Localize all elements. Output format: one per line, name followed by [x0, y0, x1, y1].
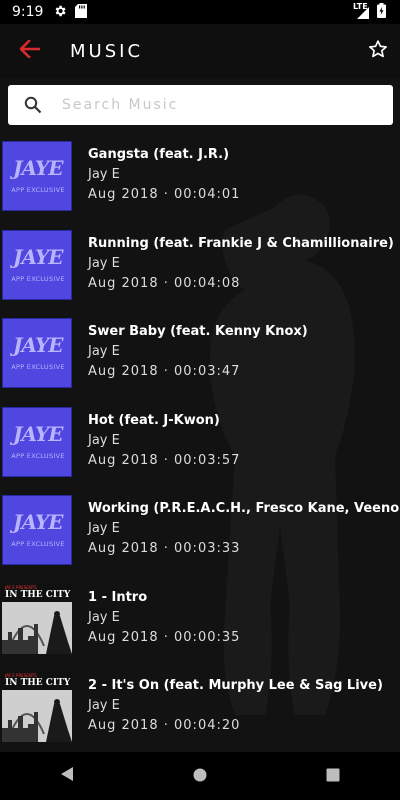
status-time: 9:19	[12, 4, 44, 20]
album-art-subtitle: APP EXCLUSIVE	[11, 363, 65, 371]
track-artist: Jay E	[88, 521, 120, 536]
track-title: Hot (feat. J-Kwon)	[88, 412, 220, 428]
back-arrow-icon	[19, 39, 41, 62]
track-row[interactable]: JAYE APP EXCLUSIVE Gangsta (feat. J.R.) …	[0, 137, 400, 226]
album-art-subtitle: APP EXCLUSIVE	[11, 451, 65, 460]
skyline-illustration	[2, 601, 72, 654]
album-art-jaye: JAYE APP EXCLUSIVE	[2, 229, 72, 300]
track-meta: Aug 2018 · 00:04:01	[88, 187, 241, 202]
album-art-subtitle: APP EXCLUSIVE	[11, 186, 65, 194]
page-title: MUSIC	[70, 40, 144, 62]
track-title: Gangsta (feat. J.R.)	[88, 147, 230, 162]
album-art-subtitle: APP EXCLUSIVE	[11, 274, 65, 283]
track-date: Aug 2018	[88, 275, 159, 291]
nav-home-button[interactable]	[170, 752, 230, 800]
track-meta: Aug 2018 · 00:04:20	[88, 718, 241, 733]
track-duration: 00:04:01	[174, 187, 241, 202]
track-date: Aug 2018	[88, 541, 159, 556]
track-artist: Jay E	[88, 698, 120, 713]
track-duration: 00:03:33	[174, 541, 241, 556]
track-date: Aug 2018	[88, 629, 159, 645]
album-art-logo: JAYE	[13, 333, 64, 357]
track-duration: 00:04:20	[174, 718, 241, 733]
back-button[interactable]	[0, 24, 60, 78]
track-row[interactable]: JAY E PRESENTS IN THE CITY 2 - It's On (…	[0, 668, 400, 752]
track-date: Aug 2018	[88, 718, 159, 733]
app-bar: MUSIC	[0, 24, 400, 78]
album-art-logo: JAYE	[13, 421, 64, 446]
track-meta: Aug 2018 · 00:00:35	[88, 629, 241, 645]
album-art-in-the-city: JAY E PRESENTS IN THE CITY	[2, 583, 72, 654]
track-artist: Jay E	[88, 167, 120, 182]
album-art-logo: JAYE	[13, 156, 64, 180]
album-art-title: IN THE CITY	[5, 589, 71, 600]
track-row[interactable]: JAYE APP EXCLUSIVE Working (P.R.E.A.C.H.…	[0, 491, 400, 580]
system-nav-bar	[0, 752, 400, 800]
track-row[interactable]: JAYE APP EXCLUSIVE Hot (feat. J-Kwon) Ja…	[0, 403, 400, 492]
track-duration: 00:04:08	[174, 275, 241, 291]
track-artist: Jay E	[88, 344, 120, 359]
sd-card-icon	[75, 3, 88, 22]
track-duration: 00:00:35	[174, 629, 241, 645]
track-meta: Aug 2018 · 00:03:47	[88, 364, 241, 379]
search-icon	[24, 96, 42, 114]
favorite-button[interactable]	[356, 24, 400, 78]
track-date: Aug 2018	[88, 187, 159, 202]
triangle-back-icon	[60, 766, 74, 786]
settings-gear-icon	[53, 3, 67, 22]
track-title: 1 - Intro	[88, 589, 148, 605]
track-title: Working (P.R.E.A.C.H., Fresco Kane, Veen…	[88, 501, 400, 516]
album-art-jaye: JAYE APP EXCLUSIVE	[2, 406, 72, 477]
track-list-items: JAYE APP EXCLUSIVE Gangsta (feat. J.R.) …	[0, 137, 400, 752]
skyline-illustration	[2, 690, 72, 742]
track-list[interactable]: JAYE APP EXCLUSIVE Gangsta (feat. J.R.) …	[0, 137, 400, 752]
track-artist: Jay E	[88, 432, 120, 448]
album-art-jaye: JAYE APP EXCLUSIVE	[2, 495, 72, 565]
signal-lte-icon: LTE	[353, 3, 369, 19]
nav-recents-button[interactable]	[303, 752, 363, 800]
track-row[interactable]: JAY E PRESENTS IN THE CITY 1 - Intro Jay…	[0, 580, 400, 669]
battery-charging-icon	[377, 2, 386, 22]
track-date: Aug 2018	[88, 364, 159, 379]
star-icon	[368, 39, 388, 63]
track-row[interactable]: JAYE APP EXCLUSIVE Swer Baby (feat. Kenn…	[0, 314, 400, 403]
track-duration: 00:03:57	[174, 452, 241, 468]
search-bar[interactable]	[8, 85, 393, 125]
album-art-subtitle: APP EXCLUSIVE	[11, 540, 65, 548]
track-meta: Aug 2018 · 00:03:57	[88, 452, 241, 468]
track-meta: Aug 2018 · 00:04:08	[88, 275, 241, 291]
track-title: Running (feat. Frankie J & Chamillionair…	[88, 235, 394, 251]
status-bar: 9:19 LTE	[0, 0, 400, 24]
square-recents-icon	[326, 767, 340, 786]
album-art-jaye: JAYE APP EXCLUSIVE	[2, 141, 72, 211]
album-art-in-the-city: JAY E PRESENTS IN THE CITY	[2, 672, 72, 742]
track-artist: Jay E	[88, 609, 120, 625]
album-art-logo: JAYE	[13, 244, 64, 269]
album-art-logo: JAYE	[13, 510, 64, 534]
track-meta: Aug 2018 · 00:03:33	[88, 541, 241, 556]
track-artist: Jay E	[88, 255, 120, 271]
track-duration: 00:03:47	[174, 364, 241, 379]
track-title: 2 - It's On (feat. Murphy Lee & Sag Live…	[88, 678, 383, 693]
nav-back-button[interactable]	[37, 752, 97, 800]
album-art-title: IN THE CITY	[5, 678, 71, 688]
track-row[interactable]: JAYE APP EXCLUSIVE Running (feat. Franki…	[0, 226, 400, 315]
search-input[interactable]	[60, 96, 364, 114]
track-title: Swer Baby (feat. Kenny Knox)	[88, 324, 308, 339]
album-art-jaye: JAYE APP EXCLUSIVE	[2, 318, 72, 388]
track-date: Aug 2018	[88, 452, 159, 468]
circle-home-icon	[193, 767, 207, 786]
